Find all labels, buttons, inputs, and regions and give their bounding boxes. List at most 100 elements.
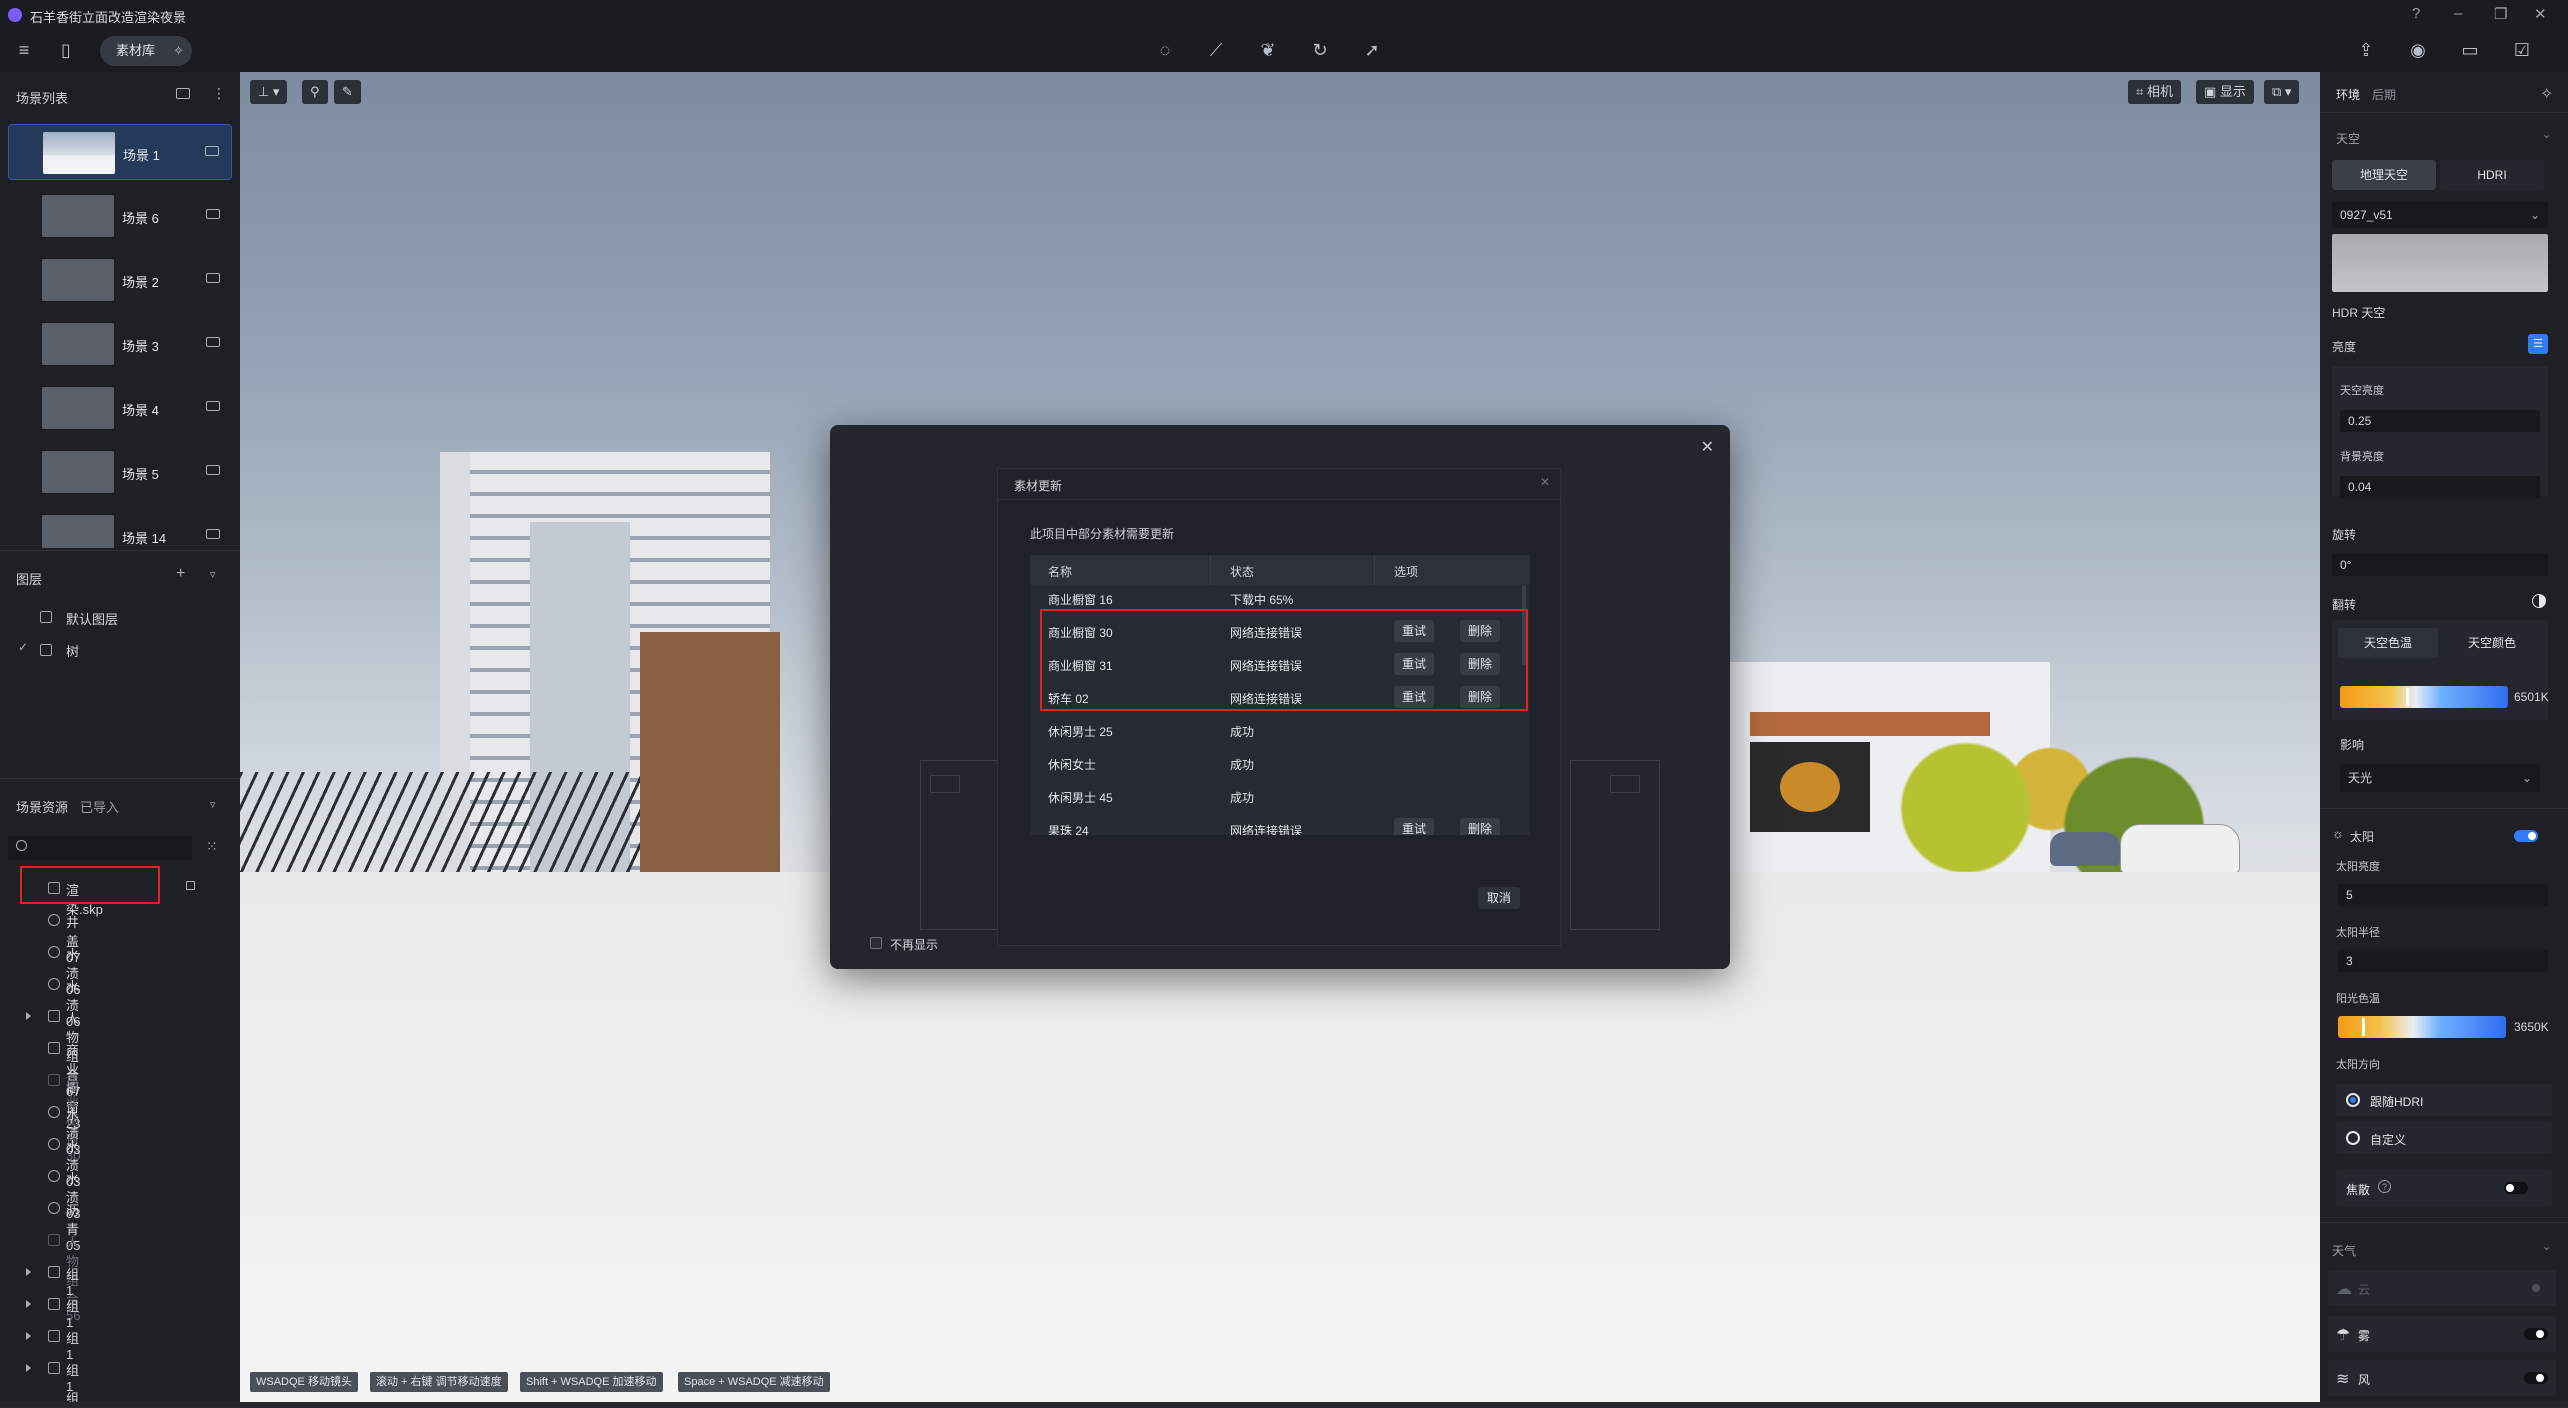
resource-item[interactable]: 水渍 03 <box>48 1136 80 1189</box>
scene-item[interactable]: 场景 5 <box>8 444 232 500</box>
resource-item[interactable]: 组 1 <box>66 1388 79 1402</box>
collapse-weather-icon[interactable]: ⌄ <box>2542 1240 2551 1253</box>
add-layer-icon[interactable]: + <box>176 565 185 583</box>
adjust-icon[interactable]: ☰ <box>2528 334 2548 354</box>
resource-item[interactable]: 人物组合 67 <box>26 1008 80 1099</box>
layer-tree[interactable]: 树 <box>66 641 79 660</box>
hdri-preview[interactable] <box>2332 234 2548 292</box>
refresh-icon[interactable]: ↻ <box>1308 38 1332 62</box>
resource-item[interactable]: 组 1 <box>26 1264 79 1298</box>
collapse-icon[interactable]: ▿ <box>210 798 216 811</box>
wind-toggle[interactable] <box>2524 1372 2548 1384</box>
scene-item[interactable]: 场景 6 <box>8 188 232 244</box>
resource-item[interactable]: 组 1 <box>26 1296 79 1330</box>
resource-item[interactable]: 人物组合 56 <box>48 1232 80 1323</box>
check-icon[interactable]: ✓ <box>18 640 28 654</box>
camera-icon[interactable] <box>206 337 220 347</box>
leaf-icon[interactable]: ❦ <box>1256 38 1280 62</box>
scene-item[interactable]: 场景 3 <box>8 316 232 372</box>
camera-icon[interactable] <box>206 465 220 475</box>
brush-tool-icon[interactable]: ✎ <box>334 80 361 104</box>
delete-button[interactable]: 删除 <box>1460 818 1500 835</box>
help-icon[interactable]: ? <box>2412 5 2420 22</box>
contrast-icon[interactable] <box>2532 594 2546 608</box>
influence-select[interactable]: 天光 ⌄ <box>2340 764 2540 792</box>
slider-thumb[interactable] <box>2362 1018 2365 1036</box>
lock-icon[interactable] <box>186 881 195 890</box>
slider-thumb[interactable] <box>2406 688 2409 706</box>
layer-default[interactable]: 默认图层 <box>66 609 118 628</box>
screenshot-icon[interactable]: ◉ <box>2406 38 2430 62</box>
camera-icon[interactable] <box>206 273 220 283</box>
close-window-icon[interactable]: ✕ <box>2534 5 2547 23</box>
display-button[interactable]: ▣ 显示 <box>2196 80 2254 104</box>
cloud-toggle[interactable] <box>2532 1284 2540 1292</box>
sun-dir-option-follow[interactable]: 跟随HDRI <box>2336 1084 2552 1116</box>
rotation-input[interactable]: 0° <box>2332 554 2548 576</box>
tab-post[interactable]: 后期 <box>2372 86 2396 103</box>
resource-item[interactable]: 水渍 06 <box>48 944 80 997</box>
tint-mode-color[interactable]: 天空颜色 <box>2442 628 2542 658</box>
dont-show-checkbox[interactable] <box>870 937 882 949</box>
fog-toggle[interactable] <box>2524 1328 2548 1340</box>
scene-item[interactable]: 场景 1 <box>8 124 232 180</box>
material-library-button[interactable]: 素材库 ✧ <box>100 36 192 66</box>
tab-environment[interactable]: 环境 <box>2336 86 2360 103</box>
view-mode-button[interactable]: ⧉ ▾ <box>2264 80 2300 104</box>
restore-icon[interactable]: ❐ <box>2494 5 2507 23</box>
scene-item[interactable]: 场景 4 <box>8 380 232 436</box>
sky-mode-geo[interactable]: 地理天空 <box>2332 160 2436 190</box>
resource-item[interactable]: 商业橱窗 30 <box>48 1072 80 1163</box>
camera-icon[interactable] <box>206 529 220 539</box>
resource-search-input[interactable] <box>8 836 192 860</box>
add-scene-icon[interactable] <box>176 88 190 99</box>
camera-icon[interactable] <box>206 209 220 219</box>
resource-item[interactable]: 水渍 06 <box>48 976 80 1029</box>
tab-imported[interactable]: 已导入 <box>80 797 119 816</box>
tint-mode-temp[interactable]: 天空色温 <box>2338 628 2438 658</box>
expand-arrow-icon[interactable] <box>26 1300 31 1308</box>
camera-icon[interactable] <box>205 146 219 156</box>
filter-icon[interactable]: ▿ <box>210 568 216 581</box>
expand-arrow-icon[interactable] <box>26 1332 31 1340</box>
camera-icon[interactable] <box>206 401 220 411</box>
bg-brightness-input[interactable]: 0.04 <box>2340 476 2540 498</box>
light-bulb-icon[interactable]: ◌ <box>1153 38 1177 62</box>
file-icon[interactable]: ▯ <box>54 38 78 62</box>
expand-arrow-icon[interactable] <box>26 1364 31 1372</box>
sun-toggle[interactable] <box>2514 830 2538 842</box>
video-icon[interactable]: ▭ <box>2458 38 2482 62</box>
pointer-icon[interactable]: ➚ <box>1360 38 1384 62</box>
resource-item[interactable]: 井盖 07 <box>48 912 80 965</box>
tab-scene-resources[interactable]: 场景资源 <box>16 797 68 816</box>
render-queue-icon[interactable]: ☑ <box>2510 38 2534 62</box>
resource-item[interactable]: 沥青 05 <box>48 1200 80 1253</box>
resource-item[interactable]: 商业橱窗 23 <box>48 1040 80 1131</box>
resource-item[interactable]: 组 1 <box>26 1328 79 1362</box>
grid-view-icon[interactable]: ⁙ <box>206 838 218 855</box>
sun-radius-input[interactable]: 3 <box>2338 950 2548 972</box>
minimize-icon[interactable]: – <box>2454 5 2462 22</box>
magic-icon[interactable]: ✧ <box>2540 84 2553 104</box>
cancel-button[interactable]: 取消 <box>1478 887 1520 909</box>
more-icon[interactable]: ⋮ <box>212 85 226 102</box>
caustics-toggle[interactable] <box>2504 1182 2528 1194</box>
menu-icon[interactable]: ≡ <box>12 38 36 62</box>
person-tool-icon[interactable]: ⚲ <box>302 80 328 104</box>
axis-tool-button[interactable]: ⊥ ▾ <box>250 80 288 104</box>
resource-item[interactable]: 组 1 <box>26 1360 79 1394</box>
sun-brightness-input[interactable]: 5 <box>2338 884 2548 906</box>
resource-item[interactable]: 水渍 03 <box>48 1104 80 1157</box>
collapse-sky-icon[interactable]: ⌄ <box>2542 128 2551 141</box>
sun-dir-option-custom[interactable]: 自定义 <box>2336 1122 2552 1154</box>
sun-temp-slider[interactable] <box>2338 1016 2506 1038</box>
camera-button[interactable]: ⌗ 相机 <box>2128 80 2181 104</box>
resource-item[interactable]: 水渍 03 <box>48 1168 80 1221</box>
sky-brightness-input[interactable]: 0.25 <box>2340 410 2540 432</box>
scene-item[interactable]: 场景 14 <box>8 508 232 548</box>
scene-item[interactable]: 场景 2 <box>8 252 232 308</box>
expand-arrow-icon[interactable] <box>26 1012 31 1020</box>
hdri-select[interactable]: 0927_v51 ⌄ <box>2332 202 2548 228</box>
dialog-close-icon[interactable]: ✕ <box>1540 475 1550 489</box>
info-icon[interactable]: ? <box>2378 1180 2391 1193</box>
